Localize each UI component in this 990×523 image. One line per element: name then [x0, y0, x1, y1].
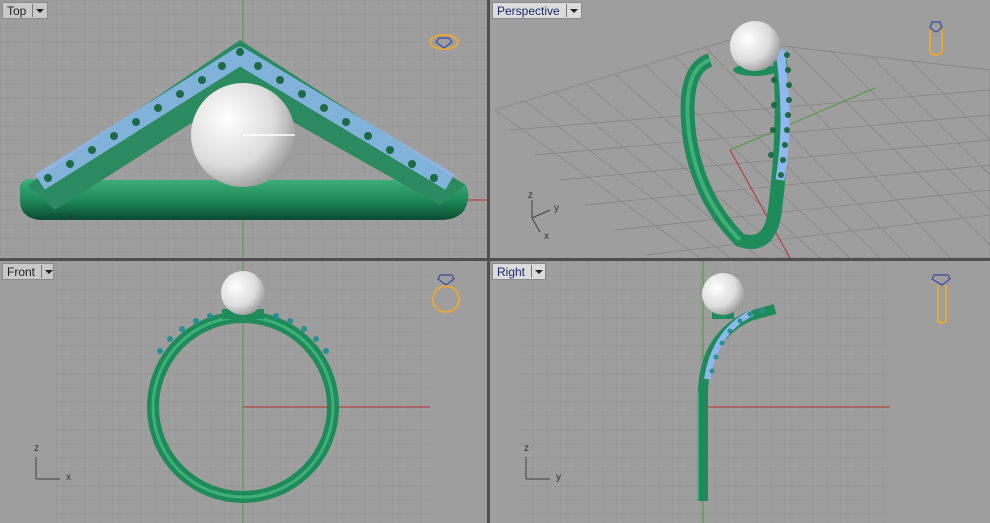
viewport-front[interactable]: Front z x	[0, 261, 487, 523]
axis-x-label: x	[544, 231, 549, 242]
viewport-label: Right	[497, 264, 526, 279]
dropdown-caret-icon[interactable]	[41, 265, 53, 278]
viewport-top[interactable]: Top x	[0, 0, 487, 258]
axis-z-label: z	[34, 443, 39, 454]
dropdown-caret-icon[interactable]	[565, 4, 579, 17]
axis-y-label: y	[556, 472, 561, 483]
top-view-scene	[0, 0, 487, 258]
axis-x-label: x	[68, 212, 73, 223]
axis-z-label: z	[524, 443, 529, 454]
ring-band	[680, 53, 789, 249]
perspective-scene	[494, 21, 990, 258]
ring-perspective-icon	[929, 21, 943, 56]
viewport-label: Front	[7, 264, 36, 279]
viewport-label: Perspective	[497, 3, 560, 18]
right-view-scene	[520, 261, 951, 523]
axis-gnomon	[531, 200, 551, 233]
front-view-scene	[35, 261, 460, 523]
pearl	[221, 271, 265, 315]
dropdown-caret-icon[interactable]	[531, 265, 544, 278]
pearl	[702, 273, 744, 315]
viewport-tab-top[interactable]: Top	[2, 2, 48, 19]
viewport-tab-front[interactable]: Front	[2, 263, 54, 280]
viewport-right[interactable]: Right z y	[490, 261, 990, 523]
axis-z-label: z	[528, 190, 533, 201]
viewport-label: Top	[7, 3, 27, 18]
dropdown-caret-icon[interactable]	[32, 4, 45, 17]
viewport-perspective[interactable]: Perspective z y x	[490, 0, 990, 258]
viewport-tab-right[interactable]: Right	[492, 263, 546, 280]
rhino-viewports: Top x Perspective z y x Front z x Right …	[0, 0, 990, 523]
ring-side-view-icon	[931, 274, 951, 324]
axis-x-label: x	[66, 472, 71, 483]
pearl	[730, 21, 780, 71]
ring-front-view-icon	[432, 274, 460, 313]
y-axis-line	[729, 87, 876, 151]
axis-y-label: y	[554, 203, 559, 214]
viewport-tab-perspective[interactable]: Perspective	[492, 2, 582, 19]
